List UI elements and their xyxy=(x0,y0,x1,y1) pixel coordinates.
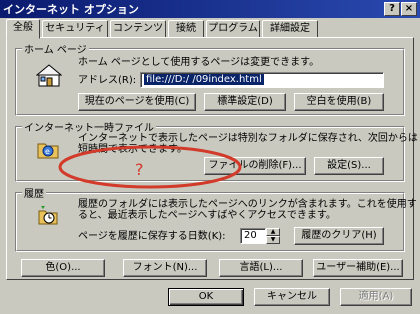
window-title: インターネット オプション xyxy=(3,3,139,16)
tab-general[interactable]: 全般 xyxy=(6,19,40,39)
home-page-description: ホーム ページとして使用するページは変更できます。 xyxy=(78,57,320,68)
use-current-button[interactable]: 現在のページを使用(C) xyxy=(78,93,196,111)
accessibility-button[interactable]: ユーザー補助(E)... xyxy=(313,259,403,277)
tab-content[interactable]: コンテンツ xyxy=(110,20,166,38)
svg-text:e: e xyxy=(45,147,50,156)
use-default-button[interactable]: 標準設定(D) xyxy=(204,93,286,111)
tab-security[interactable]: セキュリティ xyxy=(42,20,108,38)
history-days-input[interactable]: 20 xyxy=(240,228,266,244)
home-page-legend: ホーム ページ xyxy=(22,41,89,56)
history-icon xyxy=(38,206,58,225)
spin-up-icon[interactable]: ▲ xyxy=(266,228,280,236)
close-button[interactable]: × xyxy=(401,2,417,16)
home-page-group: ホーム ページ ホーム ページとして使用するページは変更できます。 アドレス(R… xyxy=(15,41,405,116)
tab-programs[interactable]: プログラム xyxy=(206,20,260,38)
history-legend: 履歴 xyxy=(22,185,46,200)
languages-button[interactable]: 言語(L)... xyxy=(219,259,303,277)
ok-button[interactable]: OK xyxy=(168,288,244,306)
settings-button[interactable]: 設定(S)... xyxy=(314,157,384,175)
history-description-2: ると、最近表示したページへすばやくアクセスできます。 xyxy=(78,210,336,221)
tab-advanced[interactable]: 詳細設定 xyxy=(262,20,318,38)
red-circle-annotation xyxy=(58,145,242,189)
clear-history-button[interactable]: 履歴のクリア(H) xyxy=(294,227,384,245)
use-blank-button[interactable]: 空白を使用(B) xyxy=(294,93,384,111)
colors-button[interactable]: 色(O)... xyxy=(21,259,105,277)
help-button[interactable]: ? xyxy=(384,2,400,16)
cancel-button[interactable]: キャンセル xyxy=(254,288,330,306)
question-mark-annotation: ? xyxy=(135,160,144,179)
apply-button[interactable]: 適用(A) xyxy=(340,288,412,306)
address-input[interactable]: file:///D:/ /09index.html xyxy=(140,72,384,88)
address-label: アドレス(R): xyxy=(78,75,137,86)
spin-down-icon[interactable]: ▼ xyxy=(266,236,280,244)
history-days-label: ページを履歴に保存する日数(K): xyxy=(78,231,226,242)
temp-files-legend: インターネット一時ファイル xyxy=(22,119,156,134)
tab-connections[interactable]: 接続 xyxy=(168,20,204,38)
title-bar: インターネット オプション ? × xyxy=(0,0,420,18)
history-days-spinner[interactable]: ▲ ▼ xyxy=(266,228,280,244)
fonts-button[interactable]: フォント(N)... xyxy=(123,259,207,277)
history-group: 履歴 履歴のフォルダには表示したページへのリンクが含まれます。これを使用す ると… xyxy=(15,185,417,252)
home-page-icon xyxy=(36,64,62,87)
